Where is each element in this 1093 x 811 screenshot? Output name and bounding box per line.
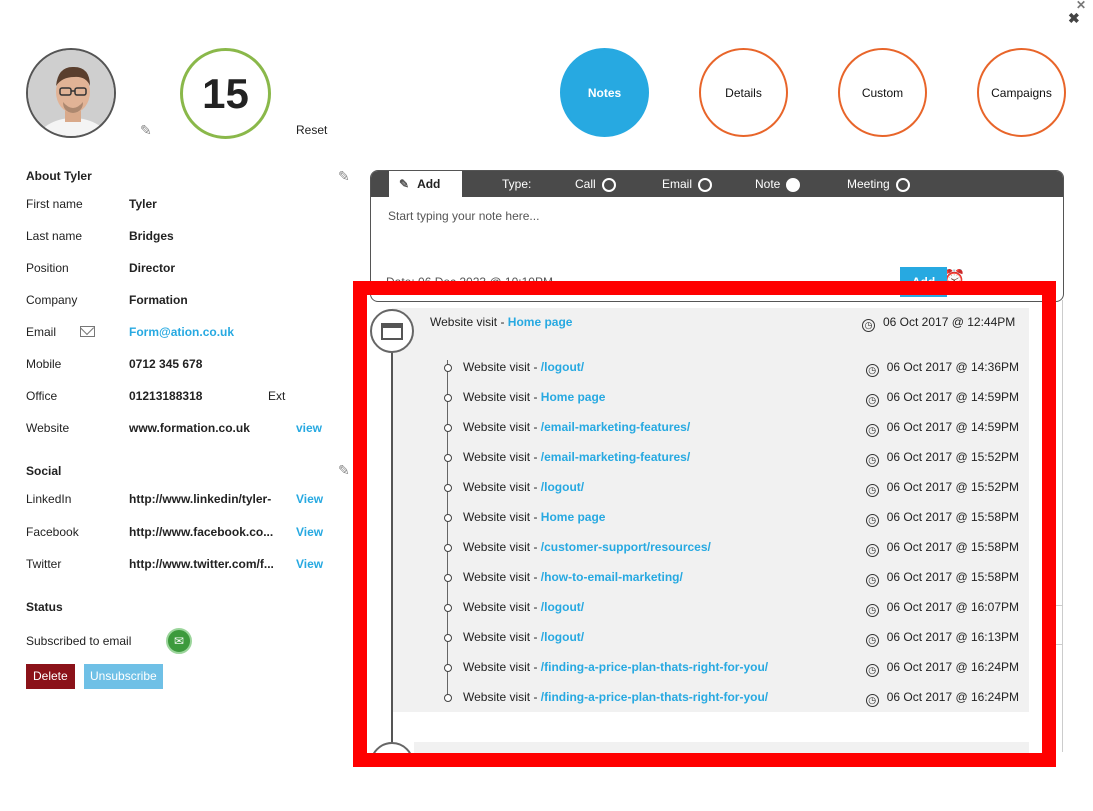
twitter-label: Twitter xyxy=(26,557,62,571)
type-meeting-label: Meeting xyxy=(847,177,890,191)
first-name-label: First name xyxy=(26,197,83,211)
status-title: Status xyxy=(26,600,63,614)
type-note-label: Note xyxy=(755,177,781,191)
twitter-view-link[interactable]: View xyxy=(296,557,323,571)
position-value: Director xyxy=(129,261,176,275)
type-note-radio[interactable]: Note xyxy=(755,177,801,192)
email-value[interactable]: Form@ation.co.uk xyxy=(129,325,234,339)
subscribed-label: Subscribed to email xyxy=(26,634,132,648)
type-email-radio[interactable]: Email xyxy=(662,177,713,192)
office-value: 01213188318 xyxy=(129,389,203,403)
ext-label: Ext xyxy=(268,389,286,403)
subscribed-mail-icon: ✉ xyxy=(166,628,192,654)
note-type-label: Type: xyxy=(502,177,532,191)
radio-icon xyxy=(895,177,910,192)
mobile-label: Mobile xyxy=(26,357,62,371)
type-email-label: Email xyxy=(662,177,693,191)
linkedin-value: http://www.linkedin/tyler- xyxy=(129,492,272,506)
note-type-bar: ✎ Add Type: Call Email Note Meeting xyxy=(371,171,1063,197)
mobile-value: 0712 345 678 xyxy=(129,357,203,371)
delete-button[interactable]: Delete xyxy=(26,664,75,689)
pencil-icon: ✎ xyxy=(399,177,410,191)
highlight-frame xyxy=(353,281,1056,767)
note-add-tab-label: Add xyxy=(417,177,441,191)
twitter-value: http://www.twitter.com/f... xyxy=(129,557,274,571)
website-view-link[interactable]: view xyxy=(296,421,322,435)
social-title: Social xyxy=(26,464,62,478)
lead-score: 15 xyxy=(180,48,271,139)
note-input[interactable]: Start typing your note here... xyxy=(388,209,539,223)
reset-link[interactable]: Reset xyxy=(296,123,327,137)
mail-icon[interactable] xyxy=(80,326,95,337)
last-name-label: Last name xyxy=(26,229,83,243)
avatar xyxy=(26,48,116,138)
website-label: Website xyxy=(26,421,70,435)
facebook-value: http://www.facebook.co... xyxy=(129,525,274,539)
linkedin-label: LinkedIn xyxy=(26,492,72,506)
radio-icon xyxy=(698,177,713,192)
company-value: Formation xyxy=(129,293,188,307)
facebook-label: Facebook xyxy=(26,525,79,539)
website-value: www.formation.co.uk xyxy=(129,421,250,435)
company-label: Company xyxy=(26,293,78,307)
tab-custom[interactable]: Custom xyxy=(838,48,927,137)
type-meeting-radio[interactable]: Meeting xyxy=(847,177,910,192)
unsubscribe-button[interactable]: Unsubscribe xyxy=(84,664,163,689)
radio-icon xyxy=(601,177,616,192)
first-name-value: Tyler xyxy=(129,197,157,211)
radio-selected-icon xyxy=(786,177,801,192)
note-add-tab[interactable]: ✎ Add xyxy=(389,171,462,197)
linkedin-view-link[interactable]: View xyxy=(296,492,323,506)
type-call-radio[interactable]: Call xyxy=(575,177,616,192)
email-label: Email xyxy=(26,325,57,339)
tab-details[interactable]: Details xyxy=(699,48,788,137)
tab-campaigns[interactable]: Campaigns xyxy=(977,48,1066,137)
last-name-value: Bridges xyxy=(129,229,174,243)
tab-notes[interactable]: Notes xyxy=(560,48,649,137)
type-call-label: Call xyxy=(575,177,596,191)
about-title: About Tyler xyxy=(26,169,92,183)
position-label: Position xyxy=(26,261,69,275)
facebook-view-link[interactable]: View xyxy=(296,525,323,539)
close-icon-secondary[interactable]: ✕ xyxy=(1076,0,1086,11)
close-icon[interactable]: ✖ xyxy=(1068,11,1080,25)
edit-social-pencil-icon[interactable]: ✎ xyxy=(338,462,350,479)
office-label: Office xyxy=(26,389,58,403)
edit-avatar-pencil-icon[interactable]: ✎ xyxy=(140,122,152,139)
edit-about-pencil-icon[interactable]: ✎ xyxy=(338,168,350,185)
